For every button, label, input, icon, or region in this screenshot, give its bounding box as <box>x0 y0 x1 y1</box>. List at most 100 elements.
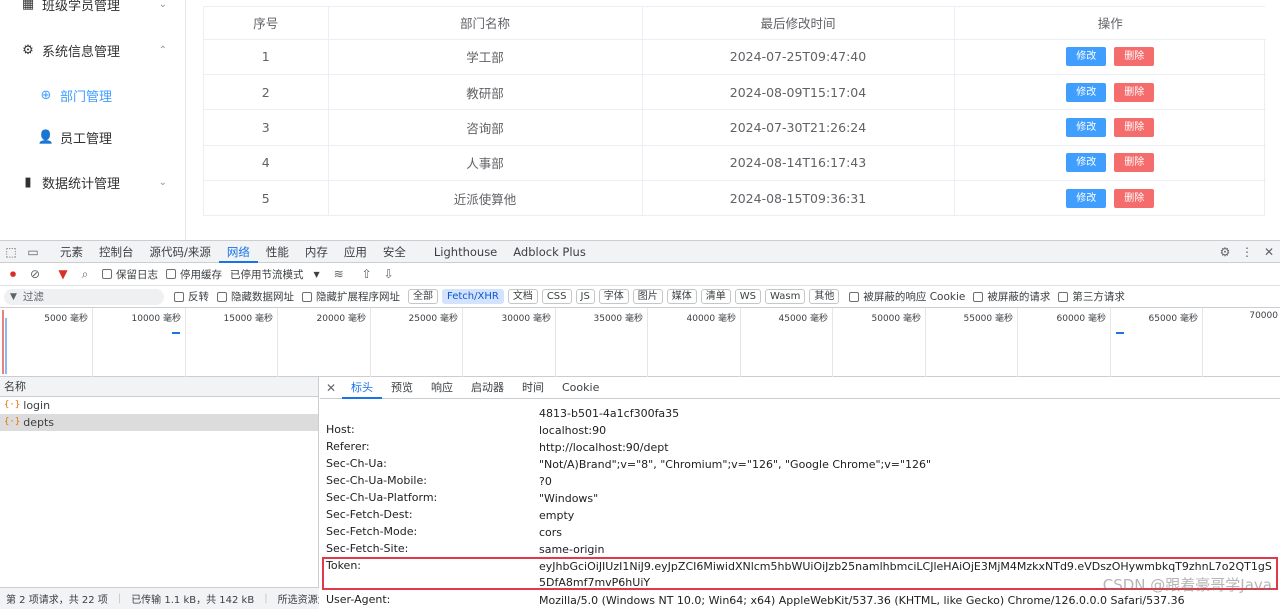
more-vertical-icon[interactable]: ⋮ <box>1236 241 1258 263</box>
header-row: Sec-Ch-Ua-Mobile: ?0 <box>326 474 1276 491</box>
delete-button[interactable]: 删除 <box>1114 82 1155 102</box>
tab-timing[interactable]: 时间 <box>513 377 553 399</box>
caret-down-icon: ▼ <box>313 269 320 279</box>
row-number: 2 <box>204 74 329 111</box>
filter-icon[interactable]: ▼ <box>52 263 74 285</box>
request-name: depts <box>23 416 55 429</box>
delete-button[interactable]: 删除 <box>1114 117 1155 137</box>
tab-elements[interactable]: 元素 <box>52 241 91 263</box>
edit-button[interactable]: 修改 <box>1066 47 1107 67</box>
tab-headers[interactable]: 标头 <box>342 377 382 399</box>
row-actions: 修改 删除 <box>954 109 1266 146</box>
tab-security[interactable]: 安全 <box>375 241 414 263</box>
user-icon: 👤 <box>37 129 55 145</box>
sidebar-item-statistics[interactable]: ▮ 数据统计管理 ⌄ <box>0 162 185 202</box>
tab-sources[interactable]: 源代码/来源 <box>142 241 219 263</box>
filter-chip-img[interactable]: 图片 <box>632 289 663 304</box>
sidebar-item-class-students[interactable]: ▦ 班级学员管理 ⌄ <box>0 0 185 24</box>
filter-chip-css[interactable]: CSS <box>541 289 572 304</box>
timeline-column: 55000 毫秒 <box>926 308 1018 377</box>
network-status-bar: 第 2 项请求，共 22 项 | 已传输 1.1 kB，共 142 kB | 所… <box>0 587 319 609</box>
update-time: 2024-08-15T09:36:31 <box>642 180 955 216</box>
dept-name: 近派使算他 <box>328 180 643 216</box>
sidebar-menu: ▦ 班级学员管理 ⌄ ⚙ 系统信息管理 ⌃ ⊕ 部门管理 👤 员工管理 ▮ 数据… <box>0 0 186 240</box>
tab-application[interactable]: 应用 <box>336 241 375 263</box>
hide-data-urls-checkbox[interactable]: 隐藏数据网址 <box>217 289 294 304</box>
tab-lighthouse[interactable]: Lighthouse <box>426 241 505 263</box>
third-party-checkbox[interactable]: 第三方请求 <box>1058 289 1125 304</box>
header-row: User-Agent: Mozilla/5.0 (Windows NT 10.0;… <box>326 593 1276 609</box>
grid-icon: ▦ <box>21 0 35 12</box>
delete-button[interactable]: 删除 <box>1114 153 1155 173</box>
download-icon[interactable]: ⇩ <box>378 263 400 285</box>
chevron-down-icon: ⌄ <box>158 0 167 10</box>
gear-icon[interactable]: ⚙ <box>1214 241 1236 263</box>
sidebar-item-label: 系统信息管理 <box>42 44 121 60</box>
clear-icon[interactable]: ⊘ <box>24 263 46 285</box>
request-item-login[interactable]: {·} login <box>0 397 318 414</box>
filter-chip-js[interactable]: JS <box>575 289 595 304</box>
sidebar-item-employee[interactable]: 👤 员工管理 <box>0 117 185 157</box>
header-value: Mozilla/5.0 (Windows NT 10.0; Win64; x64… <box>539 594 1185 607</box>
hide-extension-urls-checkbox[interactable]: 隐藏扩展程序网址 <box>302 289 400 304</box>
record-stop-icon[interactable]: ⏺ <box>2 263 24 285</box>
tab-performance[interactable]: 性能 <box>258 241 297 263</box>
tab-network[interactable]: 网络 <box>218 241 258 263</box>
throttle-select[interactable]: 已停用节流模式 ▼ <box>230 267 320 282</box>
tab-memory[interactable]: 内存 <box>297 241 336 263</box>
close-icon[interactable]: ✕ <box>1258 241 1280 263</box>
delete-button[interactable]: 删除 <box>1114 47 1155 67</box>
request-item-depts[interactable]: {·} depts <box>0 414 318 431</box>
filter-chip-all[interactable]: 全部 <box>408 289 438 304</box>
sidebar-item-dept[interactable]: ⊕ 部门管理 <box>0 75 185 115</box>
search-icon[interactable]: ⌕ <box>74 263 96 285</box>
filter-input[interactable]: ▼ 过滤 <box>4 288 164 305</box>
filter-chip-ws[interactable]: WS <box>734 289 762 304</box>
column-header: 最后修改时间 <box>642 7 955 40</box>
inspect-element-icon[interactable]: ⬚ <box>0 241 22 263</box>
header-row: Referer: http://localhost:90/dept <box>326 440 1276 457</box>
blocked-cookies-checkbox[interactable]: 被屏蔽的响应 Cookie <box>849 289 965 304</box>
wifi-conditions-icon[interactable]: ≋ <box>328 263 350 285</box>
device-toolbar-icon[interactable]: ▭ <box>22 241 44 263</box>
tab-preview[interactable]: 预览 <box>382 377 422 399</box>
filter-chip-wasm[interactable]: Wasm <box>765 289 806 304</box>
blocked-requests-checkbox[interactable]: 被屏蔽的请求 <box>973 289 1050 304</box>
delete-button[interactable]: 删除 <box>1114 189 1155 208</box>
header-value: same-origin <box>539 543 605 556</box>
update-time: 2024-08-14T16:17:43 <box>642 145 955 182</box>
tab-response[interactable]: 响应 <box>422 377 462 399</box>
timeline-tick-label: 45000 毫秒 <box>778 314 829 324</box>
invert-checkbox[interactable]: 反转 <box>174 289 209 304</box>
request-list-header[interactable]: 名称 <box>0 377 318 397</box>
edit-button[interactable]: 修改 <box>1066 117 1107 137</box>
watermark: CSDN @跟着豪哥学Java <box>1102 576 1272 594</box>
filter-chip-doc[interactable]: 文档 <box>507 289 538 304</box>
preserve-log-checkbox[interactable]: 保留日志 <box>102 267 158 282</box>
header-row: 4813-b501-4a1cf300fa35 <box>326 406 1276 423</box>
tab-adblock[interactable]: Adblock Plus <box>505 241 594 263</box>
dept-name: 咨询部 <box>328 109 643 146</box>
upload-icon[interactable]: ⇧ <box>356 263 378 285</box>
checkbox-label: 隐藏扩展程序网址 <box>316 291 400 303</box>
filter-chip-other[interactable]: 其他 <box>809 289 840 304</box>
disable-cache-checkbox[interactable]: 停用缓存 <box>166 267 222 282</box>
filter-chip-font[interactable]: 字体 <box>598 289 629 304</box>
tab-console[interactable]: 控制台 <box>91 241 142 263</box>
tab-initiator[interactable]: 启动器 <box>462 377 513 399</box>
edit-button[interactable]: 修改 <box>1066 189 1107 208</box>
network-timeline-overview[interactable]: 5000 毫秒 10000 毫秒 15000 毫秒 20000 毫秒 25000… <box>0 308 1280 377</box>
filter-chip-manifest[interactable]: 清单 <box>700 289 731 304</box>
edit-button[interactable]: 修改 <box>1066 82 1107 102</box>
filter-chip-media[interactable]: 媒体 <box>666 289 697 304</box>
header-row: Sec-Ch-Ua-Platform: "Windows" <box>326 491 1276 508</box>
header-value: 4813-b501-4a1cf300fa35 <box>539 407 680 420</box>
header-key: Sec-Ch-Ua-Mobile: <box>326 474 427 487</box>
tab-cookies[interactable]: Cookie <box>553 377 608 399</box>
close-icon[interactable]: ✕ <box>320 377 342 399</box>
header-key: Sec-Fetch-Mode: <box>326 525 418 538</box>
edit-button[interactable]: 修改 <box>1066 153 1107 173</box>
filter-chip-fetch-xhr[interactable]: Fetch/XHR <box>442 289 504 304</box>
sidebar-item-system-info[interactable]: ⚙ 系统信息管理 ⌃ <box>0 30 185 70</box>
header-key: Sec-Ch-Ua: <box>326 457 387 470</box>
